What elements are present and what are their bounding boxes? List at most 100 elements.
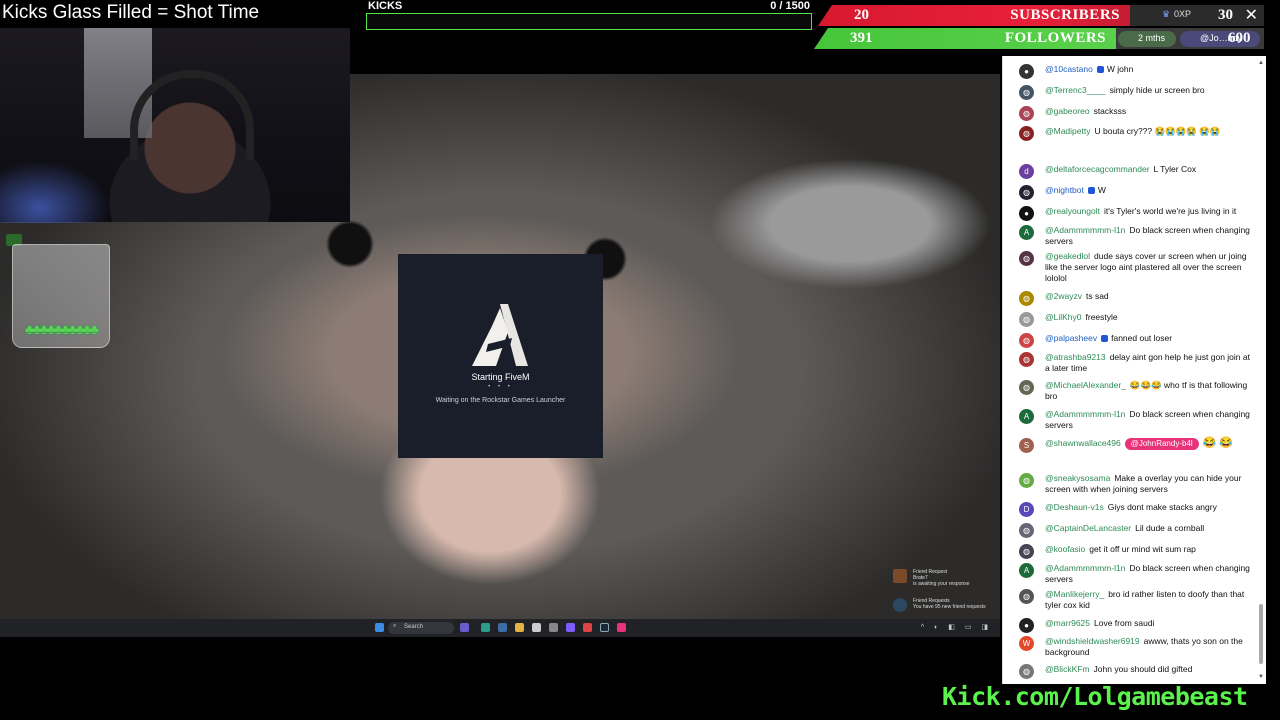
- chat-message: ◍ @Manlikejerry_ bro id rather listen to d…: [1019, 589, 1253, 611]
- steam-icon[interactable]: [600, 623, 609, 632]
- chat-username[interactable]: @realyoungolt: [1045, 206, 1100, 216]
- chat-username[interactable]: @shawnwallace496: [1045, 438, 1121, 448]
- taskbar-search[interactable]: ⌕ Search: [388, 622, 454, 634]
- taskbar-app-icon[interactable]: [498, 623, 507, 632]
- chat-message: A @Adammmmmm-l1n Do black screen when chan…: [1019, 409, 1253, 431]
- avatar[interactable]: A: [1019, 409, 1034, 424]
- crown-icon: ♛: [1162, 9, 1171, 19]
- chat-username[interactable]: @Deshaun-v1s: [1045, 502, 1104, 512]
- mention-pill[interactable]: @JohnRandy-b4l: [1124, 438, 1199, 450]
- scrollbar-thumb[interactable]: [1259, 604, 1263, 664]
- chat-username[interactable]: @gabeoreo: [1045, 106, 1090, 116]
- avatar[interactable]: ◍: [1019, 185, 1034, 200]
- close-icon[interactable]: ✕: [1245, 5, 1258, 25]
- chat-username[interactable]: @geakedlol: [1045, 251, 1090, 261]
- chat-username[interactable]: @2wayzv: [1045, 291, 1082, 301]
- avatar[interactable]: ●: [1019, 64, 1034, 79]
- chat-username[interactable]: @Adammmmmm-l1n: [1045, 225, 1125, 235]
- taskbar-app-icon[interactable]: [532, 623, 541, 632]
- chat-username[interactable]: @sneakysosama: [1045, 473, 1110, 483]
- notification-text: You have 95 new friend requests: [913, 604, 986, 610]
- avatar[interactable]: ◍: [1019, 664, 1034, 679]
- chat-username[interactable]: @Madipetty: [1045, 126, 1090, 136]
- system-tray[interactable]: ^ ◐ ◧ ▭ ◨: [921, 623, 992, 631]
- chat-username[interactable]: @nightbot: [1045, 185, 1084, 195]
- avatar[interactable]: A: [1019, 225, 1034, 240]
- chat-username[interactable]: @deltaforcecagcommander: [1045, 164, 1150, 174]
- folder-icon[interactable]: [515, 623, 524, 632]
- avatar[interactable]: ●: [1019, 206, 1034, 221]
- search-icon: ⌕: [393, 623, 397, 629]
- chat-message-text: U bouta cry??? 😭😭😭😭 😭😭: [1094, 126, 1221, 136]
- taskbar-app-icon[interactable]: [583, 623, 592, 632]
- subscribers-label: SUBSCRIBERS: [1010, 7, 1120, 23]
- avatar[interactable]: ◍: [1019, 291, 1034, 306]
- chat-username[interactable]: @koofasio: [1045, 544, 1085, 554]
- chat-message: ◍ @2wayzv ts sad: [1019, 291, 1253, 306]
- chat-scrollbar[interactable]: ▲ ▼: [1258, 60, 1264, 680]
- avatar[interactable]: ◍: [1019, 251, 1034, 266]
- avatar[interactable]: ◍: [1019, 473, 1034, 488]
- chat-username[interactable]: @windshieldwasher6919: [1045, 636, 1140, 646]
- chat-message-text: fanned out loser: [1111, 333, 1173, 343]
- avatar[interactable]: ◍: [1019, 312, 1034, 327]
- chat-username[interactable]: @10castano: [1045, 64, 1093, 74]
- chat-message: A @Adammmmmm-l1n Do black screen when chan…: [1019, 225, 1253, 247]
- chat-message-text: L Tyler Cox: [1153, 164, 1197, 174]
- verified-badge-icon: [1096, 66, 1104, 74]
- chat-username[interactable]: @marr9625: [1045, 618, 1090, 628]
- kick-url: Kick.com/Lolgamebeast: [942, 682, 1248, 711]
- windows-start-icon[interactable]: [375, 623, 384, 632]
- avatar[interactable]: ◍: [1019, 333, 1034, 348]
- subscribers-banner: 20 SUBSCRIBERS: [818, 5, 1130, 26]
- chat-username[interactable]: @CaptainDeLancaster: [1045, 523, 1131, 533]
- chat-message-text: it's Tyler's world we're jus living in i…: [1103, 206, 1237, 216]
- avatar[interactable]: ◍: [1019, 126, 1034, 141]
- chat-message-text: John you should did gifted: [1093, 664, 1193, 674]
- chat-message: A @Adammmmmm-l1n Do black screen when chan…: [1019, 563, 1253, 585]
- avatar[interactable]: D: [1019, 502, 1034, 517]
- avatar[interactable]: d: [1019, 164, 1034, 179]
- settings-icon[interactable]: [549, 623, 558, 632]
- avatar[interactable]: S: [1019, 438, 1034, 453]
- chat-username[interactable]: @Adammmmmm-l1n: [1045, 563, 1125, 573]
- chat-message: ◍ @LilKhy0 freestyle: [1019, 312, 1253, 327]
- chat-message: ◍ @Terrenc3____ simply hide ur screen bro: [1019, 85, 1253, 100]
- avatar[interactable]: ◍: [1019, 380, 1034, 395]
- chat-username[interactable]: @BlickKFm: [1045, 664, 1090, 674]
- subscribers-count: 20: [854, 7, 869, 23]
- edge-icon[interactable]: [481, 623, 490, 632]
- fivem-logo-icon: [472, 304, 528, 366]
- followers-banner: 391 FOLLOWERS: [814, 28, 1116, 49]
- avatar[interactable]: ◍: [1019, 85, 1034, 100]
- avatar[interactable]: W: [1019, 636, 1034, 651]
- chat-message: ◍ @CaptainDeLancaster Lil dude a cornball: [1019, 523, 1253, 538]
- avatar[interactable]: ◍: [1019, 523, 1034, 538]
- friend-request-notification[interactable]: Friend Request Brate7 is awaiting your r…: [893, 568, 993, 587]
- followers-count: 391: [850, 30, 873, 46]
- chat-username[interactable]: @Manlikejerry_: [1045, 589, 1104, 599]
- chat-username[interactable]: @Terrenc3____: [1045, 85, 1106, 95]
- avatar[interactable]: A: [1019, 563, 1034, 578]
- avatar[interactable]: ●: [1019, 618, 1034, 633]
- followers-label: FOLLOWERS: [1004, 30, 1106, 46]
- friend-requests-notification[interactable]: Friend Requests You have 95 new friend r…: [893, 597, 993, 615]
- taskbar-app-icon[interactable]: [460, 623, 469, 632]
- avatar[interactable]: ◍: [1019, 589, 1034, 604]
- scroll-down-icon[interactable]: ▼: [1258, 674, 1264, 680]
- scroll-up-icon[interactable]: ▲: [1258, 60, 1264, 66]
- chat-username[interactable]: @palpasheev: [1045, 333, 1097, 343]
- discord-icon[interactable]: [566, 623, 575, 632]
- chat-username[interactable]: @MichaelAlexander_: [1045, 380, 1126, 390]
- chat-message: ◍ @koofasio get it off ur mind wit sum rap: [1019, 544, 1253, 559]
- avatar[interactable]: ◍: [1019, 352, 1034, 367]
- chat-username[interactable]: @atrashba9213: [1045, 352, 1106, 362]
- chat-username[interactable]: @LilKhy0: [1045, 312, 1082, 322]
- loader-subtitle: Waiting on the Rockstar Games Launcher: [435, 397, 566, 404]
- steam-icon: [893, 598, 907, 612]
- avatar[interactable]: ◍: [1019, 544, 1034, 559]
- taskbar-app-icon[interactable]: [617, 623, 626, 632]
- xp-value: 30: [1218, 7, 1233, 23]
- chat-username[interactable]: @Adammmmmm-l1n: [1045, 409, 1125, 419]
- avatar[interactable]: ◍: [1019, 106, 1034, 121]
